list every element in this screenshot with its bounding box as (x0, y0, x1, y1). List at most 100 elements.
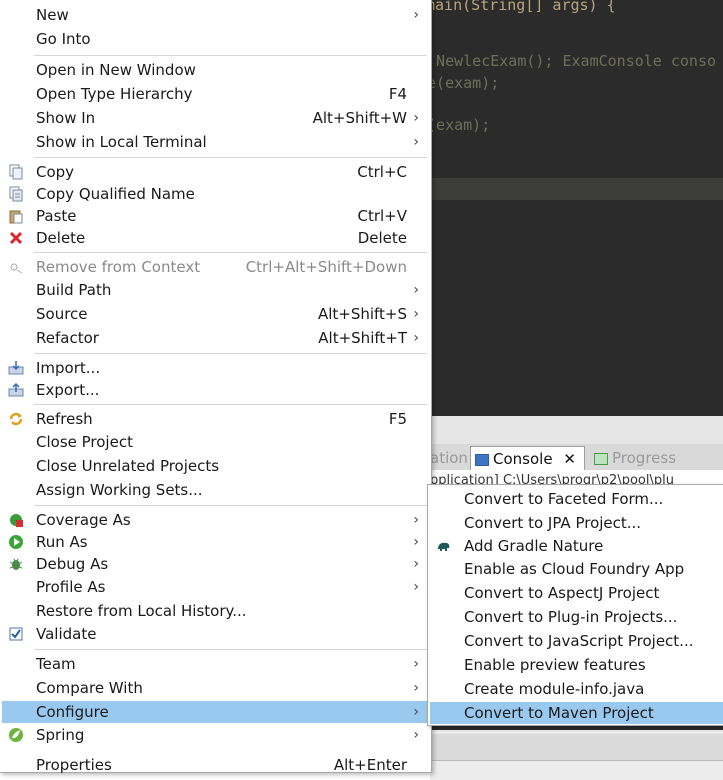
menu-item-run-as[interactable]: Run As › (2, 531, 429, 553)
menu-item-refactor[interactable]: Refactor Alt+Shift+T › (2, 327, 429, 349)
submenu-item-enable-as-cloud-foundry-app[interactable]: Enable as Cloud Foundry App (430, 558, 723, 580)
menu-item-label: New (36, 6, 69, 24)
submenu-item-convert-to-jpa-project[interactable]: Convert to JPA Project... (430, 512, 723, 534)
menu-item-coverage-as[interactable]: Coverage As › (2, 509, 429, 531)
chevron-right-icon: › (413, 727, 419, 743)
code-line: main(String[] args) { (430, 0, 616, 14)
menu-item-profile-as[interactable]: Profile As › (2, 576, 429, 598)
chevron-right-icon: › (413, 680, 419, 696)
menu-item-show-in-local-terminal[interactable]: Show in Local Terminal › (2, 131, 429, 153)
submenu-item-label: Create module-info.java (464, 680, 645, 698)
tab-console-label: Console (493, 450, 553, 468)
menu-item-new[interactable]: New › (2, 4, 429, 26)
chevron-right-icon: › (413, 534, 419, 550)
tab-application-partial[interactable]: ation (430, 446, 468, 470)
export-icon (8, 382, 24, 398)
menu-item-label: Profile As (36, 578, 106, 596)
menu-item-properties[interactable]: Properties Alt+Enter (2, 754, 429, 776)
menu-item-shortcut: Ctrl+Alt+Shift+Down (245, 258, 407, 276)
submenu-item-convert-to-faceted-form[interactable]: Convert to Faceted Form... (430, 488, 723, 510)
chevron-right-icon: › (413, 556, 419, 572)
menu-item-label: Export... (36, 381, 100, 399)
submenu-item-convert-to-plug-in-projects[interactable]: Convert to Plug-in Projects... (430, 606, 723, 628)
submenu-item-add-gradle-nature[interactable]: Add Gradle Nature (430, 535, 723, 557)
submenu-item-convert-to-maven-project[interactable]: Convert to Maven Project (430, 702, 723, 724)
panel-divider (430, 416, 723, 444)
progress-icon (594, 452, 608, 465)
code-line: n(exam); (430, 116, 491, 134)
menu-item-label: Validate (36, 625, 97, 643)
menu-item-refresh[interactable]: Refresh F5 (2, 408, 429, 430)
submenu-item-convert-to-aspectj-project[interactable]: Convert to AspectJ Project (430, 582, 723, 604)
menu-item-label: Build Path (36, 281, 112, 299)
menu-item-go-into[interactable]: Go Into (2, 28, 429, 50)
menu-item-copy[interactable]: Copy Ctrl+C (2, 161, 429, 183)
menu-item-label: Source (36, 305, 88, 323)
menu-item-close-project[interactable]: Close Project (2, 431, 429, 453)
menu-separator (34, 55, 427, 56)
submenu-item-label: Enable preview features (464, 656, 646, 674)
menu-item-spring[interactable]: Spring › (2, 724, 429, 746)
menu-item-paste[interactable]: Paste Ctrl+V (2, 205, 429, 227)
menu-item-source[interactable]: Source Alt+Shift+S › (2, 303, 429, 325)
menu-item-delete[interactable]: Delete Delete (2, 227, 429, 249)
console-icon (475, 453, 489, 466)
menu-item-team[interactable]: Team › (2, 653, 429, 675)
menu-item-copy-qualified-name[interactable]: Copy Qualified Name (2, 183, 429, 205)
submenu-item-label: Convert to JavaScript Project... (464, 632, 694, 650)
refresh-icon (8, 411, 24, 427)
submenu-item-enable-preview-features[interactable]: Enable preview features (430, 654, 723, 676)
submenu-item-convert-to-javascript-project[interactable]: Convert to JavaScript Project... (430, 630, 723, 652)
menu-item-build-path[interactable]: Build Path › (2, 279, 429, 301)
chevron-right-icon: › (413, 306, 419, 322)
menu-item-label: Refactor (36, 329, 99, 347)
menu-item-open-type-hierarchy[interactable]: Open Type Hierarchy F4 (2, 83, 429, 105)
menu-item-label: Run As (36, 533, 88, 551)
menu-item-shortcut: Delete (357, 229, 407, 247)
menu-separator (34, 404, 427, 405)
close-icon[interactable]: ✕ (563, 450, 576, 468)
code-editor[interactable]: main(String[] args) { w NewlecExam(); Ex… (430, 0, 723, 416)
menu-item-assign-working-sets[interactable]: Assign Working Sets... (2, 479, 429, 501)
menu-item-label: Copy (36, 163, 75, 181)
bottom-panel (430, 722, 723, 780)
console-output: pplication] C:\Users\progr\p2\pool\plu (430, 470, 723, 484)
menu-item-shortcut: Ctrl+C (357, 163, 407, 181)
menu-item-shortcut: Alt+Shift+S (317, 305, 407, 323)
menu-item-validate[interactable]: Validate (2, 623, 429, 645)
menu-item-close-unrelated-projects[interactable]: Close Unrelated Projects (2, 455, 429, 477)
chevron-right-icon: › (413, 282, 419, 298)
view-tab-bar: ation Console ✕ Progress (430, 444, 723, 471)
menu-item-compare-with[interactable]: Compare With › (2, 677, 429, 699)
menu-item-show-in[interactable]: Show In Alt+Shift+W › (2, 107, 429, 129)
menu-item-label: Copy Qualified Name (36, 185, 195, 203)
remove-context-icon (8, 259, 24, 275)
menu-item-label: Go Into (36, 30, 91, 48)
submenu-item-label: Enable as Cloud Foundry App (464, 560, 685, 578)
menu-item-open-in-new-window[interactable]: Open in New Window (2, 59, 429, 81)
import-icon (8, 360, 24, 376)
context-menu: New › Go Into Open in New Window Open Type H… (0, 0, 432, 776)
menu-item-label: Import... (36, 359, 101, 377)
delete-icon (8, 230, 24, 246)
chevron-right-icon: › (413, 704, 419, 720)
tab-console[interactable]: Console ✕ (470, 446, 585, 471)
menu-item-configure[interactable]: Configure › (2, 701, 429, 723)
menu-item-label: Team (36, 655, 76, 673)
submenu-item-create-module-info-java[interactable]: Create module-info.java (430, 678, 723, 700)
menu-item-debug-as[interactable]: Debug As › (2, 553, 429, 575)
menu-item-label: Paste (36, 207, 77, 225)
menu-item-restore-from-local-history[interactable]: Restore from Local History... (2, 600, 429, 622)
chevron-right-icon: › (413, 110, 419, 126)
menu-item-remove-from-context[interactable]: Remove from Context Ctrl+Alt+Shift+Down (2, 256, 429, 278)
menu-item-export[interactable]: Export... (2, 379, 429, 401)
chevron-right-icon: › (413, 656, 419, 672)
submenu-item-label: Convert to AspectJ Project (464, 584, 660, 602)
menu-item-label: Compare With (36, 679, 143, 697)
menu-item-label: Refresh (36, 410, 93, 428)
menu-item-shortcut: F4 (388, 85, 407, 103)
menu-item-label: Open in New Window (36, 61, 196, 79)
menu-item-label: Properties (36, 756, 112, 774)
menu-item-import[interactable]: Import... (2, 357, 429, 379)
tab-progress[interactable]: Progress (594, 446, 676, 470)
